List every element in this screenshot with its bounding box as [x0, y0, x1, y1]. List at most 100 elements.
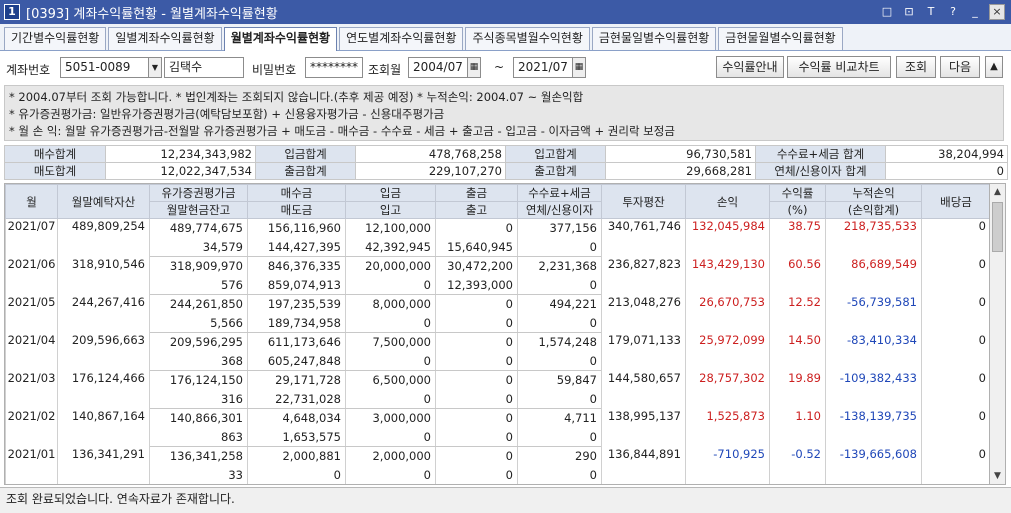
tab-item[interactable]: 일별계좌수익률현황 — [108, 27, 222, 50]
cell-withdraw: 30,472,200 — [435, 256, 518, 276]
cell-interest: 0 — [517, 275, 602, 295]
cell-sell-amount: 189,734,958 — [247, 313, 346, 333]
cell-pnl: 143,429,130 — [685, 256, 770, 295]
cell-avg-invest: 179,071,133 — [601, 332, 686, 371]
tab-item[interactable]: 연도별계좌수익률현황 — [339, 27, 464, 50]
header-cumulative-pnl: 누적손익 — [825, 184, 922, 202]
search-button[interactable]: 조회 — [896, 56, 936, 78]
table-row[interactable]: 2021/05 244,267,416 244,261,850 197,235,539… — [5, 294, 989, 333]
scroll-down-icon[interactable]: ▼ — [990, 468, 1005, 484]
cell-month: 2021/01 — [5, 446, 58, 484]
tab-item[interactable]: 금현물일별수익률현황 — [591, 27, 717, 50]
cell-fee-tax: 290 — [517, 446, 602, 466]
calendar-icon[interactable]: ▦ — [467, 57, 481, 78]
font-icon[interactable]: T — [923, 4, 939, 20]
tab-item[interactable]: 금현물월별수익률현황 — [718, 27, 843, 50]
table-row[interactable]: 2021/02 140,867,164 140,866,301 4,648,034 3,… — [5, 408, 989, 447]
yield-guide-button[interactable]: 수익률안내 — [716, 56, 784, 78]
cell-yield: 19.89 — [769, 370, 826, 409]
cell-sell-amount: 605,247,848 — [247, 351, 346, 371]
header-sell-amount: 매도금 — [247, 201, 346, 219]
cell-month-end-deposit: 176,124,466 — [57, 370, 150, 409]
cell-goods-out: 0 — [435, 465, 518, 484]
cell-avg-invest: 144,580,657 — [601, 370, 686, 409]
cell-month-end-deposit: 244,267,416 — [57, 294, 150, 333]
cell-avg-invest: 136,844,891 — [601, 446, 686, 484]
summary-label: 매수합계 — [4, 145, 106, 163]
cell-dividend: 0 — [921, 332, 989, 371]
cell-dividend: 0 — [921, 256, 989, 295]
cell-buy-amount: 197,235,539 — [247, 294, 346, 314]
cell-interest: 0 — [517, 427, 602, 447]
cell-goods-in: 0 — [345, 351, 436, 371]
cell-yield: -0.52 — [769, 446, 826, 484]
cell-pnl: 1,525,873 — [685, 408, 770, 447]
cell-dividend: 0 — [921, 446, 989, 484]
summary-value: 229,107,270 — [355, 162, 506, 180]
header-month-end-deposit: 월말예탁자산 — [57, 184, 150, 219]
header-interest: 연체/신용이자 — [517, 201, 602, 219]
link-icon[interactable]: ⊡ — [901, 4, 917, 20]
cell-sell-amount: 1,653,575 — [247, 427, 346, 447]
cell-yield: 38.75 — [769, 218, 826, 257]
cell-cumulative-pnl: -138,139,735 — [825, 408, 922, 447]
cell-avg-invest: 236,827,823 — [601, 256, 686, 295]
cell-withdraw: 0 — [435, 408, 518, 428]
cell-goods-out: 0 — [435, 351, 518, 371]
cell-yield: 14.50 — [769, 332, 826, 371]
table-row[interactable]: 2021/06 318,910,546 318,909,970 846,376,335… — [5, 256, 989, 295]
header-securities-value: 유가증권평가금 — [149, 184, 248, 202]
summary-label: 출금합계 — [255, 162, 356, 180]
header-pnl-total: (손익합계) — [825, 201, 922, 219]
tab-item[interactable]: 월별계좌수익률현황 — [223, 27, 338, 51]
cell-cash-balance: 863 — [149, 427, 248, 447]
cell-pnl: 26,670,753 — [685, 294, 770, 333]
scroll-thumb[interactable] — [992, 202, 1003, 252]
cell-goods-in: 0 — [345, 313, 436, 333]
collapse-up-icon[interactable]: ▲ — [985, 56, 1003, 78]
cell-cumulative-pnl: -83,410,334 — [825, 332, 922, 371]
cell-month: 2021/05 — [5, 294, 58, 333]
cell-cash-balance: 34,579 — [149, 237, 248, 257]
cell-cumulative-pnl: -109,382,433 — [825, 370, 922, 409]
month-label: 조회월 — [368, 63, 402, 77]
cell-fee-tax: 377,156 — [517, 218, 602, 238]
next-button[interactable]: 다음 — [940, 56, 980, 78]
account-input[interactable]: 5051-0089 — [60, 57, 150, 78]
to-month-input[interactable]: 2021/07 — [513, 57, 573, 78]
help-icon[interactable]: ? — [945, 4, 961, 20]
restore-icon[interactable]: □ — [879, 4, 895, 20]
monthly-yield-grid[interactable]: 월 월말예탁자산 유가증권평가금 매수금 입금 출금 수수료+세금 투자평잔 손… — [4, 183, 989, 485]
title-bar: 1 [0393] 계좌수익률현황 - 월별계좌수익률현황 □ ⊡ T ? _ × — [0, 0, 1011, 24]
tab-item[interactable]: 주식종목별월수익현황 — [465, 27, 590, 50]
cell-withdraw: 0 — [435, 218, 518, 238]
cell-month-end-deposit: 209,596,663 — [57, 332, 150, 371]
tab-item[interactable]: 기간별수익률현황 — [4, 27, 107, 50]
cell-securities-value: 209,596,295 — [149, 332, 248, 352]
minimize-icon[interactable]: _ — [967, 4, 983, 20]
cell-cash-balance: 33 — [149, 465, 248, 484]
scroll-up-icon[interactable]: ▲ — [990, 184, 1005, 200]
header-withdraw: 출금 — [435, 184, 518, 202]
chevron-down-icon[interactable]: ▼ — [148, 57, 162, 78]
calendar-icon[interactable]: ▦ — [572, 57, 586, 78]
table-row[interactable]: 2021/04 209,596,663 209,596,295 611,173,646… — [5, 332, 989, 371]
table-row[interactable]: 2021/01 136,341,291 136,341,258 2,000,881 2,… — [5, 446, 989, 484]
password-input[interactable]: ******** — [305, 57, 363, 78]
summary-value: 96,730,581 — [605, 145, 756, 163]
table-row[interactable]: 2021/07 489,809,254 489,774,675 156,116,960… — [5, 218, 989, 257]
tab-bar: 기간별수익률현황 일별계좌수익률현황 월별계좌수익률현황 연도별계좌수익률현황 주식종목… — [0, 24, 1011, 51]
table-row[interactable]: 2021/03 176,124,466 176,124,150 29,171,728 6… — [5, 370, 989, 409]
yield-compare-chart-button[interactable]: 수익률 비교차트 — [787, 56, 891, 78]
header-goods-out: 출고 — [435, 201, 518, 219]
cell-deposit-in: 20,000,000 — [345, 256, 436, 276]
cell-month-end-deposit: 140,867,164 — [57, 408, 150, 447]
cell-goods-in: 0 — [345, 389, 436, 409]
cell-dividend: 0 — [921, 370, 989, 409]
close-icon[interactable]: × — [989, 4, 1005, 20]
cell-cumulative-pnl: 218,735,533 — [825, 218, 922, 257]
vertical-scrollbar[interactable]: ▲ ▼ — [989, 183, 1006, 485]
cell-dividend: 0 — [921, 218, 989, 257]
from-month-input[interactable]: 2004/07 — [408, 57, 468, 78]
window-title: [0393] 계좌수익률현황 - 월별계좌수익률현황 — [26, 6, 278, 22]
